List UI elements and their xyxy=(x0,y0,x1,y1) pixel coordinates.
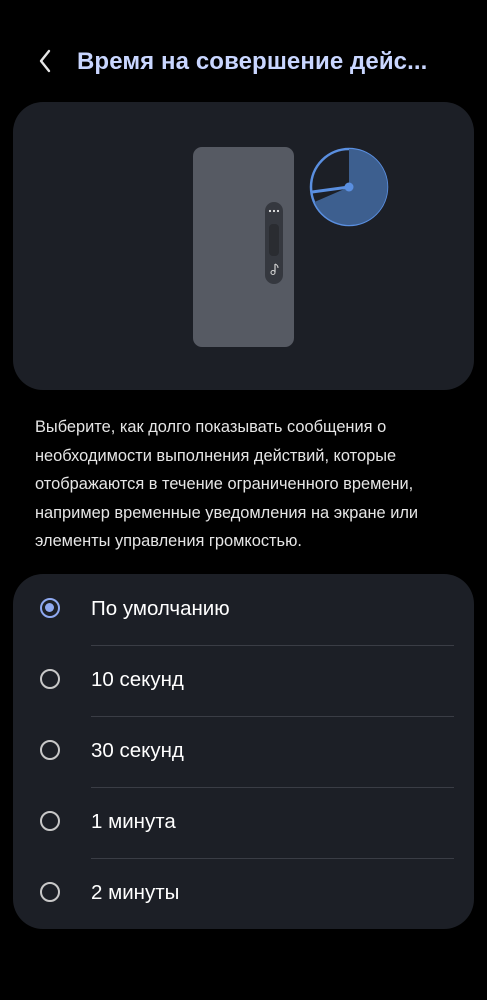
music-note-icon xyxy=(270,263,279,276)
option-10-seconds[interactable]: 10 секунд xyxy=(13,645,474,716)
timer-pie-icon xyxy=(309,147,389,227)
option-label: По умолчанию xyxy=(91,597,230,620)
radio-button[interactable] xyxy=(40,740,60,760)
option-label: 10 секунд xyxy=(91,668,184,691)
option-default[interactable]: По умолчанию xyxy=(13,574,474,645)
option-label: 2 минуты xyxy=(91,881,180,904)
illustration-card xyxy=(13,102,474,390)
radio-button-selected[interactable] xyxy=(40,598,60,618)
more-dots-icon xyxy=(268,209,280,213)
radio-button[interactable] xyxy=(40,811,60,831)
radio-button[interactable] xyxy=(40,669,60,689)
phone-screen-illustration xyxy=(193,147,294,347)
app-header: Время на совершение дейс... xyxy=(0,36,487,88)
option-2-minutes[interactable]: 2 минуты xyxy=(13,858,474,929)
page-title: Время на совершение дейс... xyxy=(77,48,428,75)
description-text: Выберите, как долго показывать сообщения… xyxy=(35,418,419,550)
back-button[interactable] xyxy=(26,42,66,82)
option-label: 30 секунд xyxy=(91,739,184,762)
volume-slider-illustration xyxy=(269,224,279,256)
radio-button[interactable] xyxy=(40,882,60,902)
option-30-seconds[interactable]: 30 секунд xyxy=(13,716,474,787)
chevron-left-icon xyxy=(39,49,51,73)
options-list: По умолчанию 10 секунд 30 секунд 1 минут… xyxy=(13,574,474,929)
option-label: 1 минута xyxy=(91,810,176,833)
volume-panel-illustration xyxy=(265,202,283,284)
option-1-minute[interactable]: 1 минута xyxy=(13,787,474,858)
